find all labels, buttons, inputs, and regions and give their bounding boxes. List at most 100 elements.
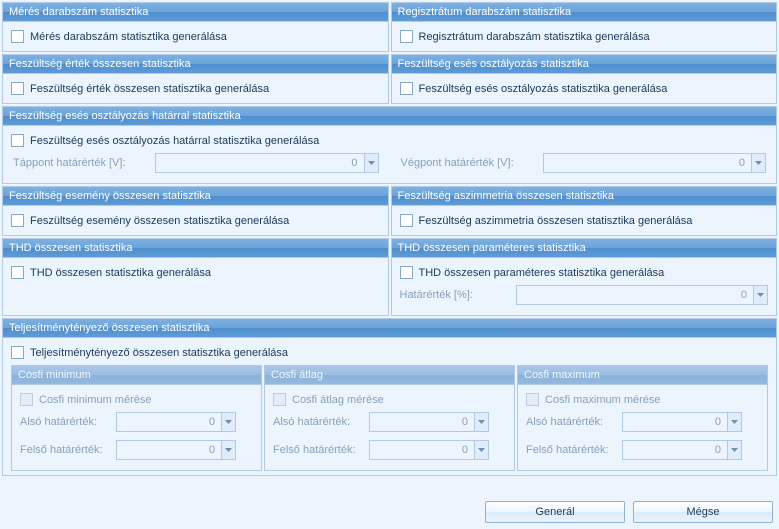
chevron-down-icon[interactable]: [753, 286, 767, 304]
panel-body: Cosfi átlag mérése Alsó határérték: 0 Fe…: [265, 385, 514, 470]
panel-meres-darabszam: Mérés darabszám statisztika Mérés darabs…: [2, 2, 389, 52]
input-hatarertek[interactable]: 0: [516, 285, 769, 305]
chevron-down-icon[interactable]: [221, 413, 235, 431]
panel-teljesitmenytenyezo: Teljesítménytényező összesen statisztika…: [2, 318, 777, 476]
checkbox-label: Regisztrátum darabszám statisztika gener…: [419, 31, 650, 43]
panel-feszultseg-eses-hatarral: Feszültség esés osztályozás határral sta…: [2, 106, 777, 184]
field-row-felso: Felső határérték: 0: [20, 436, 253, 464]
input-value: 0: [117, 444, 221, 456]
param-row: Határérték [%]: 0: [400, 281, 769, 309]
chevron-down-icon[interactable]: [751, 154, 765, 172]
field-row-felso: Felső határérték: 0: [526, 436, 759, 464]
panel-header: THD összesen statisztika: [3, 239, 388, 258]
panel-header: Feszültség aszimmetria összesen statiszt…: [392, 187, 777, 206]
chevron-down-icon[interactable]: [727, 441, 741, 459]
checkbox-fesz-eses-hatar[interactable]: [11, 134, 24, 147]
panel-body: Teljesítménytényező összesen statisztika…: [3, 338, 776, 475]
checkbox-row: THD összesen paraméteres statisztika gen…: [400, 264, 769, 281]
input-cosfi-atlag-also[interactable]: 0: [369, 412, 489, 432]
checkbox-row: THD összesen statisztika generálása: [11, 264, 380, 281]
checkbox-label: Feszültség érték összesen statisztika ge…: [30, 83, 269, 95]
panel-header: Feszültség érték összesen statisztika: [3, 55, 388, 74]
input-cosfi-min-felso[interactable]: 0: [116, 440, 236, 460]
footer-buttons: Generál Mégse: [2, 495, 777, 527]
panel-cosfi-atlag: Cosfi átlag Cosfi átlag mérése Alsó hatá…: [264, 365, 515, 471]
panel-body: Regisztrátum darabszám statisztika gener…: [392, 22, 777, 51]
panel-body: Feszültség érték összesen statisztika ge…: [3, 74, 388, 103]
chevron-down-icon[interactable]: [727, 413, 741, 431]
general-button[interactable]: Generál: [485, 501, 625, 523]
checkbox-label: Cosfi minimum mérése: [39, 394, 151, 406]
row-4: Feszültség esemény összesen statisztika …: [2, 186, 777, 236]
limit-fields-row: Táppont határérték [V]: 0 Végpont határé…: [11, 149, 768, 177]
checkbox-row: Feszültség aszimmetria összesen statiszt…: [400, 212, 769, 229]
checkbox-meres-darabszam[interactable]: [11, 30, 24, 43]
checkbox-label: Feszültség esés osztályozás statisztika …: [419, 83, 668, 95]
megse-button[interactable]: Mégse: [633, 501, 773, 523]
field-row-felso: Felső határérték: 0: [273, 436, 506, 464]
label-also: Alsó határérték:: [273, 416, 363, 428]
checkbox-telj[interactable]: [11, 346, 24, 359]
row-1: Mérés darabszám statisztika Mérés darabs…: [2, 2, 777, 52]
input-value: 0: [623, 444, 727, 456]
field-row-also: Alsó határérték: 0: [20, 408, 253, 436]
panel-thd-parameteres: THD összesen paraméteres statisztika THD…: [391, 238, 778, 316]
chevron-down-icon[interactable]: [474, 441, 488, 459]
input-cosfi-max-also[interactable]: 0: [622, 412, 742, 432]
panel-header: Teljesítménytényező összesen statisztika: [3, 319, 776, 338]
root-container: Mérés darabszám statisztika Mérés darabs…: [0, 0, 779, 529]
checkbox-thd-ossz[interactable]: [11, 266, 24, 279]
checkbox-row: Regisztrátum darabszám statisztika gener…: [400, 28, 769, 45]
checkbox-fesz-ertek[interactable]: [11, 82, 24, 95]
label-tappont: Táppont határérték [V]:: [13, 157, 143, 169]
input-value: 0: [117, 416, 221, 428]
label-felso: Felső határérték:: [526, 444, 616, 456]
chevron-down-icon[interactable]: [364, 154, 378, 172]
checkbox-row: Cosfi átlag mérése: [273, 391, 506, 408]
label-also: Alsó határérték:: [526, 416, 616, 428]
checkbox-label: Feszültség aszimmetria összesen statiszt…: [419, 215, 693, 227]
checkbox-label: THD összesen paraméteres statisztika gen…: [419, 267, 665, 279]
label-also: Alsó határérték:: [20, 416, 110, 428]
input-tappont[interactable]: 0: [155, 153, 379, 173]
checkbox-regisztratum[interactable]: [400, 30, 413, 43]
row-5: THD összesen statisztika THD összesen st…: [2, 238, 777, 316]
checkbox-row: Feszültség érték összesen statisztika ge…: [11, 80, 380, 97]
input-value: 0: [156, 157, 364, 169]
panel-regisztratum-darabszam: Regisztrátum darabszám statisztika Regis…: [391, 2, 778, 52]
checkbox-cosfi-atlag: [273, 393, 286, 406]
input-vegpont[interactable]: 0: [543, 153, 767, 173]
panel-body: Mérés darabszám statisztika generálása: [3, 22, 388, 51]
panel-header: Cosfi átlag: [265, 366, 514, 385]
panel-header: Cosfi minimum: [12, 366, 261, 385]
field-row-also: Alsó határérték: 0: [526, 408, 759, 436]
cosfi-row: Cosfi minimum Cosfi minimum mérése Alsó …: [11, 365, 768, 471]
panel-header: Cosfi maximum: [518, 366, 767, 385]
checkbox-fesz-aszimm[interactable]: [400, 214, 413, 227]
input-cosfi-atlag-felso[interactable]: 0: [369, 440, 489, 460]
panel-body: Feszültség esés osztályozás határral sta…: [3, 126, 776, 183]
input-value: 0: [370, 444, 474, 456]
checkbox-label: Feszültség esemény összesen statisztika …: [30, 215, 289, 227]
checkbox-thd-param[interactable]: [400, 266, 413, 279]
panel-header: THD összesen paraméteres statisztika: [392, 239, 777, 258]
checkbox-row: Mérés darabszám statisztika generálása: [11, 28, 380, 45]
checkbox-fesz-esemeny[interactable]: [11, 214, 24, 227]
panel-body: Feszültség esés osztályozás statisztika …: [392, 74, 777, 103]
panel-body: Cosfi maximum mérése Alsó határérték: 0 …: [518, 385, 767, 470]
input-value: 0: [370, 416, 474, 428]
checkbox-cosfi-max: [526, 393, 539, 406]
label-felso: Felső határérték:: [20, 444, 110, 456]
panel-body: THD összesen statisztika generálása: [3, 258, 388, 315]
input-value: 0: [544, 157, 752, 169]
panel-feszultseg-aszimmetria: Feszültség aszimmetria összesen statiszt…: [391, 186, 778, 236]
panel-header: Feszültség esemény összesen statisztika: [3, 187, 388, 206]
checkbox-row: Cosfi maximum mérése: [526, 391, 759, 408]
checkbox-fesz-eses-oszt[interactable]: [400, 82, 413, 95]
checkbox-label: THD összesen statisztika generálása: [30, 267, 211, 279]
chevron-down-icon[interactable]: [221, 441, 235, 459]
chevron-down-icon[interactable]: [474, 413, 488, 431]
checkbox-row: Feszültség esés osztályozás határral sta…: [11, 132, 768, 149]
input-cosfi-max-felso[interactable]: 0: [622, 440, 742, 460]
input-cosfi-min-also[interactable]: 0: [116, 412, 236, 432]
